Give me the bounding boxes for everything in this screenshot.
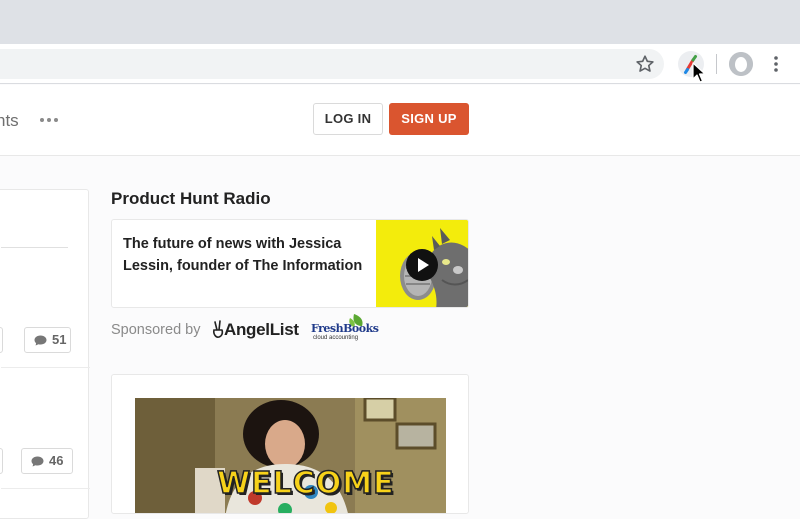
comment-button[interactable]: 51 [24, 327, 71, 353]
address-bar[interactable] [0, 49, 664, 79]
episode-title[interactable]: The future of news with Jessica Lessin, … [123, 233, 363, 277]
mouse-cursor-icon [692, 62, 706, 83]
comment-bubble-icon [31, 456, 44, 467]
play-button-icon[interactable] [405, 248, 439, 282]
radio-episode-card[interactable]: The future of news with Jessica Lessin, … [111, 219, 469, 308]
freshbooks-tagline: cloud accounting [313, 335, 359, 341]
browser-toolbar [0, 44, 800, 84]
feed-divider [1, 367, 90, 368]
radio-section-title: Product Hunt Radio [111, 189, 271, 208]
site-header: nts LOG IN SIGN UP [0, 85, 800, 156]
feed-divider [1, 247, 68, 248]
comment-bubble-icon [34, 335, 47, 346]
toolbar-separator [716, 54, 717, 74]
browser-tab-strip [0, 0, 800, 44]
comment-button[interactable]: 46 [21, 448, 73, 474]
welcome-caption: WELCOME [216, 465, 395, 502]
kebab-menu-icon[interactable] [768, 54, 784, 74]
sponsored-by-label: Sponsored by [111, 322, 201, 338]
feed-divider [1, 488, 90, 489]
upvote-button[interactable] [0, 327, 3, 353]
freshbooks-logo[interactable]: FreshBooks [311, 322, 379, 335]
nav-link-fragment[interactable]: nts [0, 111, 19, 131]
comment-count: 51 [52, 332, 67, 347]
ellipsis-icon[interactable] [38, 111, 60, 129]
upvote-button[interactable] [0, 448, 3, 474]
bookmark-star-icon[interactable] [634, 53, 656, 75]
log-in-button[interactable]: LOG IN [313, 103, 383, 135]
sign-up-button[interactable]: SIGN UP [389, 103, 469, 135]
angellist-logo[interactable]: AngelList [224, 320, 299, 340]
angellist-peace-hand-icon [213, 320, 224, 338]
welcome-gif[interactable]: WELCOME [135, 398, 446, 513]
comment-count: 46 [49, 453, 64, 468]
profile-avatar-icon[interactable] [729, 52, 753, 76]
welcome-card: WELCOME [111, 374, 469, 514]
product-feed-card: 51 46 [0, 189, 90, 519]
